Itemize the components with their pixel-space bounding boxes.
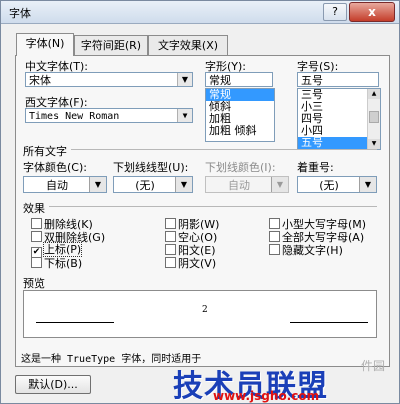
- underline-color-value: 自动: [228, 179, 250, 192]
- chevron-down-icon[interactable]: ▼: [359, 177, 376, 192]
- effects-title: 效果: [23, 202, 45, 215]
- emboss-checkbox[interactable]: 阳文(E): [165, 244, 216, 257]
- emphasis-mark-select[interactable]: (无) ▼: [297, 176, 377, 193]
- checkbox-box[interactable]: [269, 244, 280, 255]
- small-caps-checkbox[interactable]: 小型大写字母(M): [269, 218, 366, 231]
- emphasis-mark-value: (无): [319, 179, 339, 192]
- underline-style-value: (无): [135, 179, 155, 192]
- scroll-thumb[interactable]: [369, 111, 379, 123]
- preview-title: 预览: [23, 277, 45, 290]
- subscript-checkbox[interactable]: 下标(B): [31, 257, 82, 270]
- chevron-down-icon[interactable]: ▼: [175, 177, 192, 192]
- superscript-checkbox[interactable]: ✔ 上标(P): [31, 242, 83, 258]
- checkbox-label: 小型大写字母(M): [282, 218, 367, 231]
- checkbox-box[interactable]: [31, 257, 42, 268]
- checkbox-label: 隐藏文字(H): [282, 244, 343, 257]
- strikethrough-checkbox[interactable]: 删除线(K): [31, 218, 93, 231]
- close-button[interactable]: x: [349, 2, 395, 22]
- preview-box: 2: [23, 290, 377, 338]
- tab-char-spacing[interactable]: 字符间距(R): [74, 35, 148, 55]
- chevron-down-icon[interactable]: ▼: [89, 177, 106, 192]
- list-item[interactable]: 加粗 倾斜: [206, 125, 274, 137]
- tab-font[interactable]: 字体(N): [16, 33, 74, 56]
- chevron-down-icon[interactable]: ▼: [177, 73, 192, 86]
- checkbox-label: 阴文(V): [178, 257, 217, 270]
- font-dialog: 字体 ? x 字体(N) 字符间距(R) 文字效果(X) 中文字体(T): 宋体…: [0, 0, 400, 404]
- watermark-corner: 件园: [361, 359, 386, 373]
- preview-baseline-left: [36, 322, 114, 323]
- font-style-list[interactable]: 常规 倾斜 加粗 加粗 倾斜: [205, 88, 275, 142]
- scrollbar[interactable]: ▲ ▼: [367, 89, 380, 149]
- checkbox-box[interactable]: [165, 231, 176, 242]
- preview-baseline-right: [290, 322, 368, 323]
- font-size-input[interactable]: 五号: [297, 72, 379, 87]
- checkbox-label: 上标(P): [42, 242, 83, 257]
- checkbox-label: 阴影(W): [178, 218, 220, 231]
- font-size-list[interactable]: 三号 小三 四号 小四 五号 ▲ ▼: [297, 88, 381, 150]
- font-color-value: 自动: [46, 179, 68, 192]
- all-caps-checkbox[interactable]: 全部大写字母(A): [269, 231, 364, 244]
- cn-font-select[interactable]: 宋体 ▼: [25, 72, 193, 87]
- font-color-label: 字体颜色(C):: [23, 161, 87, 174]
- chevron-down-icon: ▼: [271, 177, 288, 192]
- checkbox-box[interactable]: [165, 257, 176, 268]
- engrave-checkbox[interactable]: 阴文(V): [165, 257, 216, 270]
- underline-style-label: 下划线线型(U):: [113, 161, 189, 174]
- checkbox-label: 下标(B): [44, 257, 83, 270]
- divider: [49, 206, 377, 207]
- scroll-up-icon[interactable]: ▲: [368, 89, 380, 99]
- checkbox-box[interactable]: [165, 244, 176, 255]
- checkbox-box[interactable]: [269, 218, 280, 229]
- outline-checkbox[interactable]: 空心(O): [165, 231, 217, 244]
- checkbox-box[interactable]: [269, 231, 280, 242]
- divider: [71, 149, 377, 150]
- hidden-text-checkbox[interactable]: 隐藏文字(H): [269, 244, 343, 257]
- title-bar: 字体 ? x: [1, 1, 399, 24]
- checkbox-label: 空心(O): [178, 231, 218, 244]
- preview-sample-text: 2: [202, 305, 208, 315]
- window-title: 字体: [9, 7, 31, 20]
- chevron-down-icon[interactable]: ▼: [177, 109, 192, 122]
- cn-font-value: 宋体: [29, 74, 51, 87]
- font-color-select[interactable]: 自动 ▼: [23, 176, 107, 193]
- checkbox-label: 阳文(E): [178, 244, 216, 257]
- emphasis-mark-label: 着重号:: [297, 161, 334, 174]
- west-font-value: Times New Roman: [29, 111, 120, 122]
- checkbox-label: 全部大写字母(A): [282, 231, 365, 244]
- checkbox-label: 删除线(K): [44, 218, 93, 231]
- scroll-down-icon[interactable]: ▼: [368, 139, 380, 149]
- west-font-select[interactable]: Times New Roman ▼: [25, 108, 193, 123]
- underline-style-select[interactable]: (无) ▼: [113, 176, 193, 193]
- font-style-input[interactable]: 常规: [205, 72, 273, 87]
- all-text-title: 所有文字: [23, 145, 67, 158]
- shadow-checkbox[interactable]: 阴影(W): [165, 218, 219, 231]
- checkbox-box[interactable]: [31, 218, 42, 229]
- underline-color-label: 下划线颜色(I):: [205, 161, 276, 174]
- default-button[interactable]: 默认(D)...: [15, 375, 91, 394]
- watermark-url: www.jsgho.com: [213, 389, 320, 403]
- checkbox-box[interactable]: [165, 218, 176, 229]
- tab-text-effects[interactable]: 文字效果(X): [148, 35, 228, 55]
- help-button[interactable]: ?: [323, 3, 347, 21]
- checkbox-box[interactable]: [31, 231, 42, 242]
- underline-color-select: 自动 ▼: [205, 176, 289, 193]
